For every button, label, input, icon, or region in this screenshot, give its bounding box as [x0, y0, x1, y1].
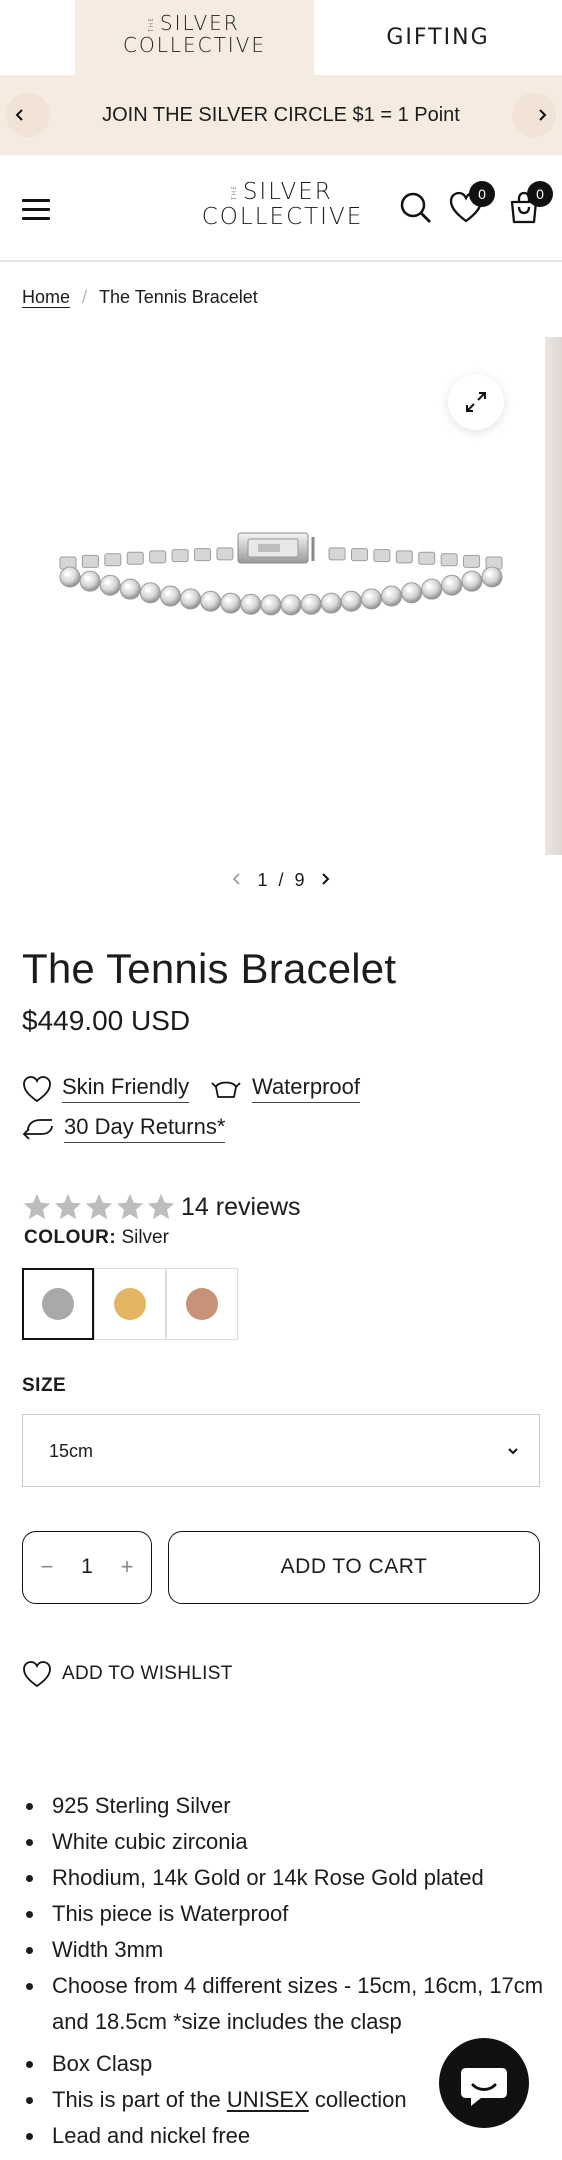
nav-tab-gifting[interactable]: GIFTING — [314, 0, 562, 75]
rating-stars[interactable]: 14 reviews — [22, 1192, 301, 1222]
brand-line2: COLLECTIVE — [201, 204, 364, 231]
feature-label: Waterproof — [252, 1074, 361, 1103]
announcement-bar: JOIN THE SILVER CIRCLE $1 = 1 Point — [0, 75, 562, 155]
breadcrumb: Home / The Tennis Bracelet — [22, 287, 258, 308]
list-item: 925 Sterling Silver — [22, 1788, 552, 1824]
list-item: Rhodium, 14k Gold or 14k Rose Gold plate… — [22, 1860, 552, 1896]
colour-label-key: COLOUR: — [24, 1227, 117, 1248]
chevron-right-icon — [539, 109, 547, 121]
wishlist-label: ADD TO WISHLIST — [62, 1663, 233, 1684]
feature-label: 30 Day Returns* — [64, 1114, 226, 1143]
top-nav: THE SILVER COLLECTIVE GIFTING — [0, 0, 562, 75]
header-brand-logo[interactable]: THE SILVER COLLECTIVE — [200, 179, 365, 231]
gallery-total: 9 — [294, 870, 305, 890]
swatch-silver[interactable] — [22, 1268, 94, 1340]
colour-value: Silver — [121, 1227, 169, 1248]
gallery-next-button[interactable] — [310, 866, 340, 892]
swatch-dot — [186, 1288, 218, 1320]
star-icon — [54, 1193, 82, 1220]
chat-button[interactable] — [439, 2038, 529, 2128]
feature-waterproof[interactable]: Waterproof — [210, 1074, 361, 1103]
cart-button[interactable]: 0 — [507, 181, 553, 225]
gallery-pager: 1 / 9 — [0, 866, 562, 892]
heart-icon — [23, 1075, 51, 1102]
expand-icon — [466, 392, 486, 412]
breadcrumb-home[interactable]: Home — [22, 287, 70, 307]
colour-swatches — [22, 1268, 238, 1340]
swatch-dot — [114, 1288, 146, 1320]
breadcrumb-current: The Tennis Bracelet — [99, 287, 258, 307]
size-select[interactable]: 15cm — [22, 1414, 540, 1487]
star-icon — [116, 1193, 144, 1220]
colour-label: COLOUR: Silver — [24, 1227, 169, 1249]
gallery-prev-button[interactable] — [222, 866, 252, 892]
wishlist-header-button[interactable]: 0 — [449, 181, 495, 225]
breadcrumb-separator: / — [82, 287, 88, 307]
size-select-value: 15cm — [49, 1441, 94, 1461]
product-price: $449.00 USD — [22, 1005, 191, 1036]
wishlist-count-badge: 0 — [469, 181, 495, 207]
chevron-down-icon — [508, 1448, 518, 1455]
list-item: White cubic zirconia — [22, 1824, 552, 1860]
expand-image-button[interactable] — [448, 374, 504, 430]
next-image-peek[interactable] — [545, 337, 562, 855]
site-header: THE SILVER COLLECTIVE 0 0 — [0, 155, 562, 262]
list-item: Width 3mm — [22, 1932, 552, 1968]
unisex-collection-link[interactable]: UNISEX — [227, 2087, 309, 2112]
swatch-gold[interactable] — [94, 1268, 166, 1340]
chevron-right-icon — [321, 873, 329, 885]
list-item-text: This is part of the — [52, 2087, 227, 2112]
menu-icon[interactable] — [22, 199, 50, 221]
star-icon — [85, 1193, 113, 1220]
swatch-rose-gold[interactable] — [166, 1268, 238, 1340]
swatch-dot — [42, 1288, 74, 1320]
size-label: SIZE — [22, 1375, 67, 1396]
list-item: This piece is Waterproof — [22, 1896, 552, 1932]
star-icon — [23, 1193, 51, 1220]
bracelet-image — [59, 532, 503, 616]
gallery-current: 1 — [257, 870, 268, 890]
search-icon[interactable] — [399, 191, 433, 225]
heart-icon — [23, 1661, 51, 1688]
quantity-increase-button[interactable]: + — [109, 1532, 145, 1602]
add-to-wishlist-button[interactable]: ADD TO WISHLIST — [22, 1660, 233, 1688]
brand-the: THE — [148, 17, 156, 32]
cart-count-badge: 0 — [527, 181, 553, 207]
reviews-count[interactable]: 14 reviews — [181, 1193, 301, 1222]
chevron-left-icon — [233, 873, 241, 885]
quantity-stepper: − 1 + — [22, 1531, 152, 1604]
star-icon — [147, 1193, 175, 1220]
announcement-next-button[interactable] — [522, 95, 562, 135]
nav-brand-logo[interactable]: THE SILVER COLLECTIVE — [75, 12, 314, 56]
feature-label: Skin Friendly — [62, 1074, 190, 1103]
brand-line2: COLLECTIVE — [122, 33, 267, 57]
feature-skin-friendly[interactable]: Skin Friendly — [22, 1074, 190, 1103]
feature-returns[interactable]: 30 Day Returns* — [22, 1114, 226, 1143]
brand-line1: SILVER — [159, 11, 240, 35]
list-item-text: collection — [308, 2087, 407, 2112]
product-gallery[interactable] — [0, 337, 562, 857]
return-arrow-icon — [22, 1118, 53, 1140]
add-to-cart-button[interactable]: ADD TO CART — [168, 1531, 540, 1604]
basin-icon — [211, 1081, 241, 1098]
product-title: The Tennis Bracelet — [22, 945, 397, 992]
announcement-text[interactable]: JOIN THE SILVER CIRCLE $1 = 1 Point — [0, 75, 562, 155]
chat-bubble-icon — [461, 2068, 507, 2106]
brand-line1: SILVER — [242, 179, 333, 205]
gallery-separator: / — [278, 870, 284, 890]
brand-the: THE — [231, 185, 239, 200]
list-item: Choose from 4 different sizes - 15cm, 16… — [22, 1968, 552, 2040]
